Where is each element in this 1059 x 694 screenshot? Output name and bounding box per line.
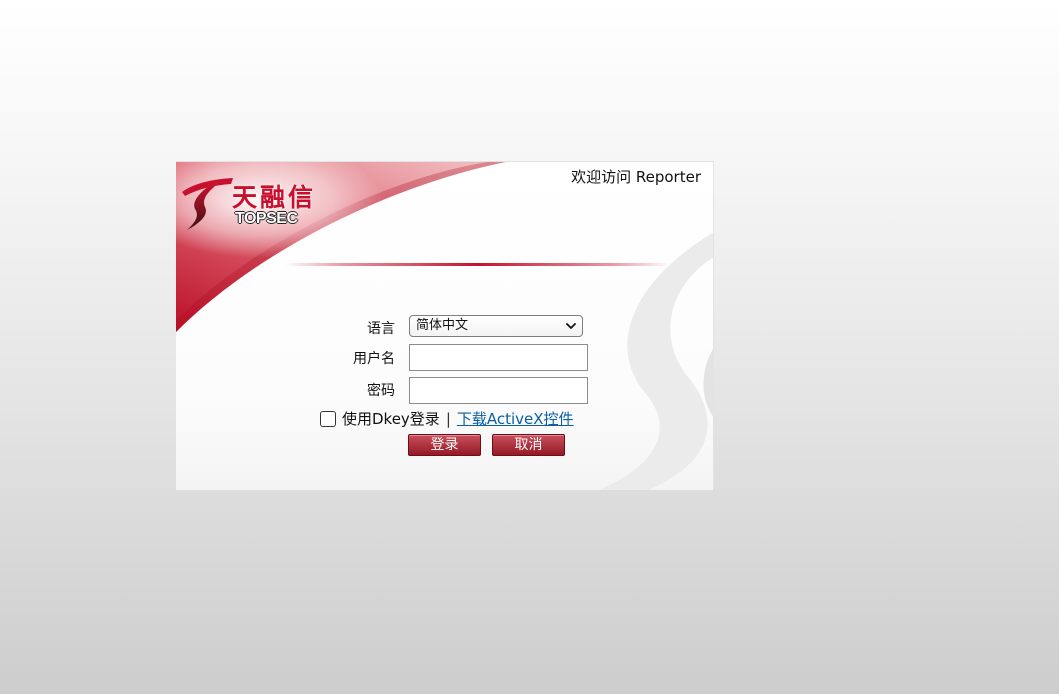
username-input[interactable] [409,344,588,371]
language-label: 语言 [367,321,395,337]
welcome-text: 欢迎访问 Reporter [571,168,701,186]
username-label: 用户名 [353,351,395,367]
download-activex-link[interactable]: 下载ActiveX控件 [457,409,574,429]
login-panel: 天融信 TOPSEC 欢迎访问 Reporter 语言 简体中文 用户名 密码 … [176,161,714,490]
cancel-button[interactable]: 取消 [492,434,565,456]
brand-english-name: TOPSEC [235,210,298,227]
dkey-row: 使用Dkey登录 | 下载ActiveX控件 [320,409,574,429]
separator: | [445,410,451,428]
grey-swoosh-shadow [703,348,713,417]
password-input[interactable] [409,377,588,404]
language-select-value: 简体中文 [416,318,469,333]
brand-chinese-name: 天融信 [232,183,317,212]
topsec-logo-mark-icon [182,178,233,230]
dkey-label[interactable]: 使用Dkey登录 [342,409,440,429]
language-select[interactable]: 简体中文 [409,315,583,337]
topsec-logo: 天融信 TOPSEC [180,176,330,234]
divider-line [285,263,670,266]
dkey-checkbox[interactable] [320,411,336,427]
grey-swoosh-decoration [598,232,713,490]
login-button[interactable]: 登录 [408,434,481,456]
password-label: 密码 [367,383,395,399]
chevron-down-icon [566,323,576,329]
